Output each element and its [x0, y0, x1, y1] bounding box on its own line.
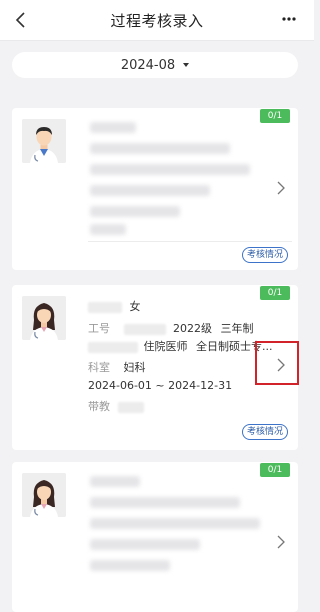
review-status-button[interactable]: 考核情况 — [241, 424, 288, 440]
mentor-label: 带教 — [88, 400, 110, 413]
role-value: 住院医师 — [143, 340, 188, 353]
masked-info-line — [90, 224, 126, 235]
score-badge: 0/1 — [260, 109, 290, 123]
masked-info-line — [90, 164, 250, 175]
resident-card[interactable]: 0/1 考核情况 — [12, 108, 298, 270]
masked-info-line — [90, 497, 240, 508]
highlight-box — [255, 341, 299, 385]
more-dots-icon[interactable] — [282, 14, 296, 24]
female-doctor-avatar — [22, 473, 66, 517]
review-status-button[interactable]: 考核情况 — [241, 247, 288, 263]
department-line: 科室 妇科 — [88, 359, 146, 375]
resident-card[interactable]: 0/1 — [12, 462, 298, 612]
top-bar: 过程考核录入 — [0, 0, 314, 41]
grade-value: 2022级 — [173, 322, 212, 335]
gender-label: 女 — [129, 300, 141, 313]
id-line: 工号 2022级 三年制 — [88, 320, 254, 336]
chevron-right-icon[interactable] — [276, 181, 286, 195]
male-doctor-avatar — [22, 119, 66, 163]
program-value: 三年制 — [220, 322, 254, 335]
masked-info-line — [90, 143, 230, 154]
period-value: 2024-06-01 ~ 2024-12-31 — [88, 379, 233, 392]
caret-down-icon — [183, 63, 190, 67]
page-title: 过程考核录入 — [110, 12, 204, 30]
masked-info-line — [90, 185, 210, 196]
score-badge: 0/1 — [260, 463, 290, 477]
masked-mentor — [117, 401, 144, 413]
masked-name — [90, 122, 136, 133]
department-value: 妇科 — [123, 361, 146, 374]
id-label: 工号 — [88, 322, 110, 335]
masked-name — [88, 301, 122, 313]
masked-info-line — [90, 518, 260, 529]
masked-name — [90, 476, 140, 487]
masked-field — [88, 341, 138, 353]
month-value: 2024-08 — [120, 57, 176, 73]
masked-info-line — [90, 206, 180, 217]
period-line: 2024-06-01 ~ 2024-12-31 — [88, 379, 232, 392]
masked-info-line — [90, 560, 170, 571]
department-label: 科室 — [88, 361, 110, 374]
mentor-line: 带教 — [88, 398, 144, 414]
female-doctor-avatar — [22, 296, 66, 340]
role-line: 住院医师 全日制硕士专... — [88, 338, 273, 354]
masked-info-line — [90, 539, 200, 550]
name-line: 女 — [88, 298, 141, 314]
divider — [88, 241, 292, 242]
score-badge: 0/1 — [260, 286, 290, 300]
masked-id — [123, 323, 166, 335]
chevron-right-icon[interactable] — [276, 535, 286, 549]
month-selector[interactable]: 2024-08 — [12, 52, 298, 78]
